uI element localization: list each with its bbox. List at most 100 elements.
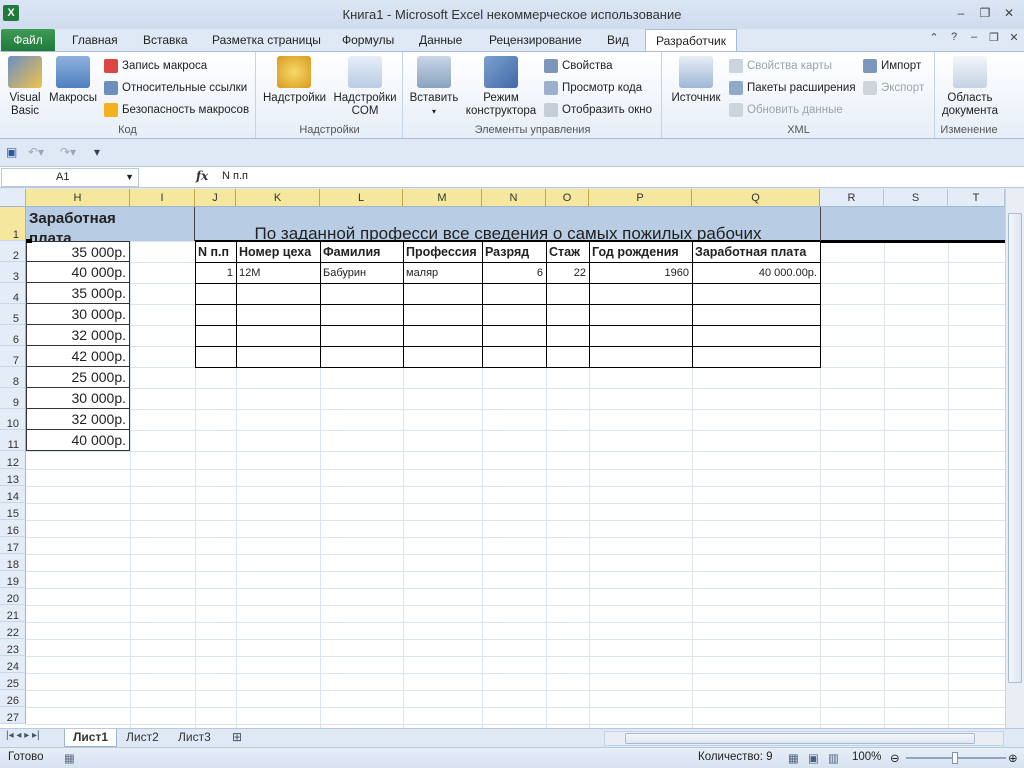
- table-cell[interactable]: [403, 304, 483, 326]
- salary-header-cell[interactable]: Заработная плата: [29, 209, 129, 241]
- salary-cell[interactable]: 35 000р.: [26, 241, 130, 262]
- table-header-cell[interactable]: N п.п: [195, 241, 237, 263]
- view-code-button[interactable]: Просмотр кода: [544, 79, 642, 97]
- column-header-q[interactable]: Q: [692, 189, 820, 207]
- column-header-o[interactable]: O: [546, 189, 589, 207]
- page-break-view-icon[interactable]: ▥: [828, 751, 839, 765]
- com-addins-button[interactable]: Надстройки COM: [331, 56, 399, 118]
- column-header-n[interactable]: N: [482, 189, 546, 207]
- row-header-9[interactable]: 9: [0, 388, 26, 409]
- table-cell[interactable]: [589, 346, 693, 368]
- salary-cell[interactable]: 32 000р.: [26, 409, 130, 430]
- table-cell[interactable]: Бабурин: [320, 262, 404, 284]
- tab-home[interactable]: Главная: [62, 29, 128, 51]
- select-all-corner[interactable]: [0, 189, 26, 207]
- row-header-26[interactable]: 26: [0, 690, 26, 707]
- row-header-24[interactable]: 24: [0, 656, 26, 673]
- table-cell[interactable]: [546, 325, 590, 347]
- row-header-7[interactable]: 7: [0, 346, 26, 367]
- table-cell[interactable]: [692, 325, 821, 347]
- new-sheet-icon[interactable]: ⊞: [232, 730, 242, 744]
- table-cell[interactable]: 22: [546, 262, 590, 284]
- salary-cell[interactable]: 25 000р.: [26, 367, 130, 388]
- salary-cell[interactable]: 32 000р.: [26, 325, 130, 346]
- visual-basic-button[interactable]: Visual Basic: [4, 56, 46, 118]
- relative-refs-button[interactable]: Относительные ссылки: [104, 79, 247, 97]
- column-header-r[interactable]: R: [820, 189, 884, 207]
- table-cell[interactable]: [236, 346, 321, 368]
- table-cell[interactable]: [482, 325, 547, 347]
- row-header-3[interactable]: 3: [0, 262, 26, 283]
- salary-cell[interactable]: 42 000р.: [26, 346, 130, 367]
- table-cell[interactable]: [236, 325, 321, 347]
- salary-cell[interactable]: 40 000р.: [26, 262, 130, 283]
- row-header-20[interactable]: 20: [0, 588, 26, 605]
- row-header-17[interactable]: 17: [0, 537, 26, 554]
- table-header-cell[interactable]: Фамилия: [320, 241, 404, 263]
- map-properties-button[interactable]: Свойства карты: [729, 57, 832, 75]
- document-panel-button[interactable]: Область документа: [938, 56, 1002, 118]
- salary-cell[interactable]: 30 000р.: [26, 304, 130, 325]
- horizontal-scrollbar[interactable]: [604, 731, 1004, 746]
- row-header-1[interactable]: 1: [0, 207, 26, 241]
- save-icon[interactable]: ▣: [6, 145, 17, 159]
- row-header-12[interactable]: 12: [0, 451, 26, 469]
- table-header-cell[interactable]: Профессия: [403, 241, 483, 263]
- row-header-19[interactable]: 19: [0, 571, 26, 588]
- row-header-21[interactable]: 21: [0, 605, 26, 622]
- column-header-h[interactable]: H: [26, 189, 130, 207]
- zoom-in-icon[interactable]: ⊕: [1008, 751, 1018, 765]
- column-header-i[interactable]: I: [130, 189, 195, 207]
- salary-cell[interactable]: 35 000р.: [26, 283, 130, 304]
- row-header-23[interactable]: 23: [0, 639, 26, 656]
- table-header-cell[interactable]: Номер цеха: [236, 241, 321, 263]
- table-cell[interactable]: [589, 304, 693, 326]
- column-header-m[interactable]: M: [403, 189, 482, 207]
- table-cell[interactable]: 12М: [236, 262, 321, 284]
- title-banner-cell[interactable]: По заданной професси все сведения о самы…: [196, 225, 820, 242]
- column-header-l[interactable]: L: [320, 189, 403, 207]
- salary-cell[interactable]: 30 000р.: [26, 388, 130, 409]
- insert-control-button[interactable]: Вставить ▾: [408, 56, 460, 118]
- redo-icon[interactable]: ↷▾: [60, 145, 76, 159]
- row-header-15[interactable]: 15: [0, 503, 26, 520]
- zoom-slider-thumb[interactable]: [952, 752, 958, 764]
- table-header-cell[interactable]: Год рождения: [589, 241, 693, 263]
- table-cell[interactable]: [589, 325, 693, 347]
- tab-data[interactable]: Данные: [409, 29, 472, 51]
- table-cell[interactable]: [546, 346, 590, 368]
- horizontal-scroll-thumb[interactable]: [625, 733, 975, 744]
- table-cell[interactable]: [320, 304, 404, 326]
- table-cell[interactable]: 1960: [589, 262, 693, 284]
- sheet-tab-1[interactable]: Лист1: [64, 729, 118, 747]
- table-cell[interactable]: [236, 304, 321, 326]
- row-header-22[interactable]: 22: [0, 622, 26, 639]
- vertical-scrollbar[interactable]: [1005, 189, 1024, 728]
- table-cell[interactable]: 6: [482, 262, 547, 284]
- table-cell[interactable]: [403, 283, 483, 305]
- table-cell[interactable]: [195, 346, 237, 368]
- table-header-cell[interactable]: Стаж: [546, 241, 590, 263]
- salary-cell[interactable]: 40 000р.: [26, 430, 130, 451]
- tab-page-layout[interactable]: Разметка страницы: [202, 29, 331, 51]
- tab-insert[interactable]: Вставка: [133, 29, 198, 51]
- table-cell[interactable]: [482, 346, 547, 368]
- table-header-cell[interactable]: Заработная плата: [692, 241, 821, 263]
- chevron-down-icon[interactable]: ▼: [125, 169, 134, 186]
- row-header-14[interactable]: 14: [0, 486, 26, 503]
- row-header-25[interactable]: 25: [0, 673, 26, 690]
- table-cell[interactable]: [195, 283, 237, 305]
- table-cell[interactable]: [195, 304, 237, 326]
- table-header-cell[interactable]: Разряд: [482, 241, 547, 263]
- refresh-data-button[interactable]: Обновить данные: [729, 101, 843, 119]
- normal-view-icon[interactable]: ▦: [788, 751, 799, 765]
- table-cell[interactable]: [482, 304, 547, 326]
- table-cell[interactable]: [320, 283, 404, 305]
- doc-close-icon[interactable]: ✕: [1008, 31, 1020, 44]
- row-header-5[interactable]: 5: [0, 304, 26, 325]
- row-header-16[interactable]: 16: [0, 520, 26, 537]
- doc-restore-icon[interactable]: ❐: [988, 31, 1000, 44]
- name-box[interactable]: A1 ▼: [1, 168, 139, 187]
- tab-file[interactable]: Файл: [1, 29, 55, 51]
- zoom-level[interactable]: 100%: [852, 751, 881, 763]
